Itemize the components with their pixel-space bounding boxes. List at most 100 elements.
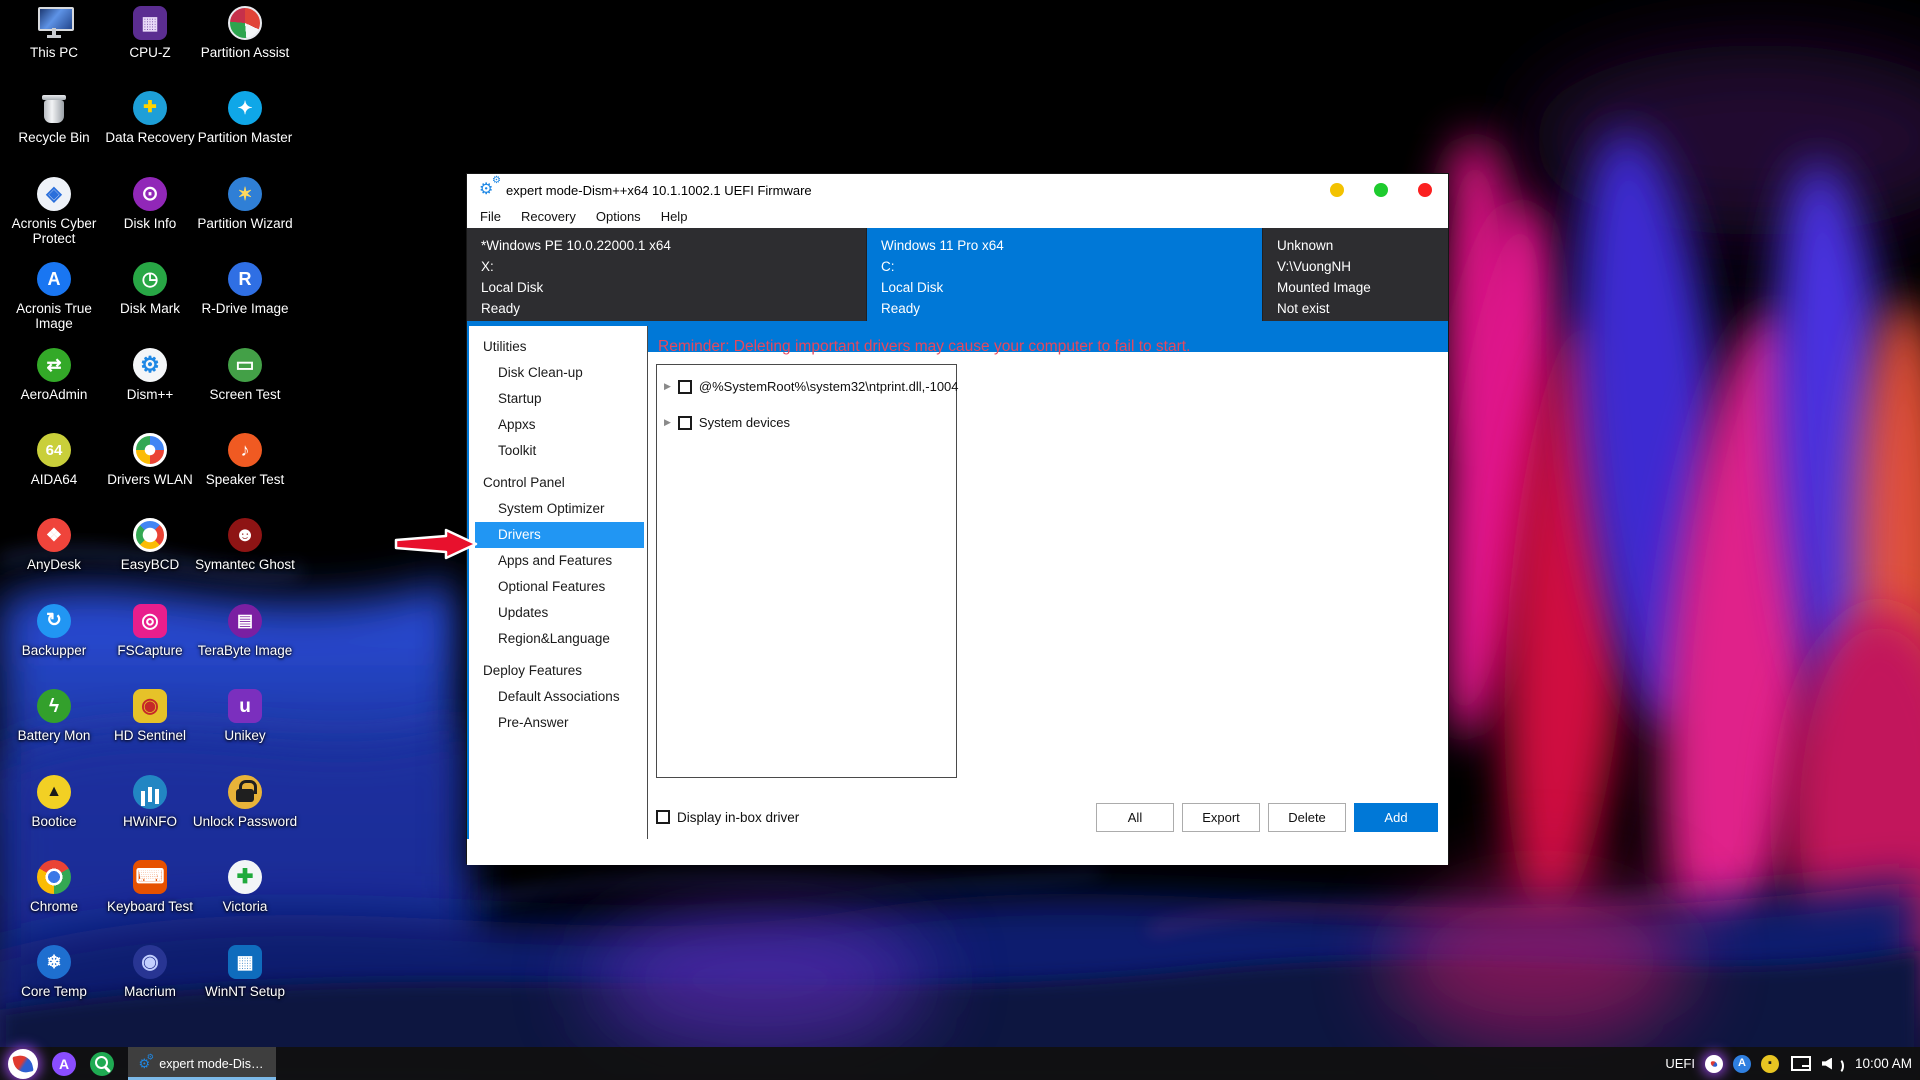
sidebar-item-toolkit[interactable]: Toolkit (467, 438, 647, 464)
desktop-icon-terabyte-image[interactable]: ▤ TeraByte Image (197, 602, 293, 658)
desktop-icon-label: Victoria (135, 899, 355, 914)
menu-bar: FileRecoveryOptionsHelp (467, 206, 1448, 228)
sidebar-item-apps-and-features[interactable]: Apps and Features (467, 548, 647, 574)
hwinfo-icon (133, 775, 167, 809)
maximize-button[interactable] (1374, 183, 1388, 197)
this-pc-icon (37, 6, 71, 40)
menu-file[interactable]: File (470, 206, 511, 228)
tray-network-icon[interactable] (1789, 1056, 1811, 1072)
tray-appstore-icon[interactable]: A (1733, 1055, 1751, 1073)
menu-options[interactable]: Options (586, 206, 651, 228)
desktop-icon-unlock-password[interactable]: Unlock Password (197, 773, 293, 829)
image-panel-3[interactable]: UnknownV:\VuongNHMounted ImageNot exist (1263, 228, 1448, 321)
annotation-arrow (394, 527, 480, 561)
desktop-icon-label: Partition Wizard (135, 216, 355, 231)
desktop-icon-partition-wizard[interactable]: ✶ Partition Wizard (197, 175, 293, 231)
victoria-icon: ✚ (228, 860, 262, 894)
launcher-feather-icon[interactable] (8, 1049, 38, 1079)
sidebar: UtilitiesDisk Clean-upStartupAppxsToolki… (467, 326, 648, 839)
desktop-icon-partition-master[interactable]: ✦ Partition Master (197, 89, 293, 145)
all-button[interactable]: All (1096, 803, 1174, 832)
desktop-icon-partition-assist[interactable]: Partition Assist (197, 4, 293, 60)
launcher-appstore-icon[interactable]: A (52, 1052, 76, 1076)
display-inbox-driver-checkbox-group[interactable]: Display in-box driver (656, 810, 799, 825)
sidebar-item-region-language[interactable]: Region&Language (467, 626, 647, 652)
gear-icon (139, 1057, 151, 1071)
sidebar-item-drivers[interactable]: Drivers (475, 522, 644, 548)
reminder-text: Reminder: Deleting important drivers may… (658, 338, 1190, 356)
sidebar-item-default-associations[interactable]: Default Associations (467, 684, 647, 710)
delete-button[interactable]: Delete (1268, 803, 1346, 832)
tray-volume-icon[interactable] (1821, 1056, 1843, 1072)
desktop-icon-winnt-setup[interactable]: ▦ WinNT Setup (197, 943, 293, 999)
close-button[interactable] (1418, 183, 1432, 197)
bootice-icon: ▲ (37, 775, 71, 809)
keyboard-test-icon: ⌨ (133, 860, 167, 894)
desktop-icon-speaker-test[interactable]: ♪ Speaker Test (197, 431, 293, 487)
sidebar-section-deploy-features: Deploy Features (467, 658, 647, 684)
partition-master-icon: ✦ (228, 91, 262, 125)
uefi-indicator: UEFI (1665, 1056, 1695, 1071)
tray-disk-icon[interactable]: ▪ (1761, 1055, 1779, 1073)
taskbar-task-button[interactable]: expert mode-Dism++... (128, 1047, 276, 1080)
image-panel-2[interactable]: Windows 11 Pro x64C:Local DiskReady (867, 228, 1263, 321)
desktop-icon-label: TeraByte Image (135, 643, 355, 658)
hd-sentinel-icon: ◉ (133, 689, 167, 723)
tree-checkbox[interactable] (678, 416, 692, 430)
menu-help[interactable]: Help (651, 206, 698, 228)
tree-item-systemroot-system32-ntprint-dl[interactable]: ▶@%SystemRoot%\system32\ntprint.dll,-100… (664, 379, 956, 394)
tray-feather-icon[interactable] (1705, 1055, 1723, 1073)
anydesk-icon: ❖ (37, 518, 71, 552)
window-titlebar[interactable]: expert mode-Dism++x64 10.1.1002.1 UEFI F… (467, 174, 1448, 206)
expand-arrow-icon[interactable]: ▶ (664, 381, 671, 392)
tree-checkbox[interactable] (678, 380, 692, 394)
recycle-bin-icon (37, 91, 71, 125)
desktop-icon-screen-test[interactable]: ▭ Screen Test (197, 346, 293, 402)
desktop-icon-label: R-Drive Image (135, 301, 355, 316)
desktop-icon-symantec-ghost[interactable]: ☻ Symantec Ghost (197, 516, 293, 572)
launcher-search-icon[interactable] (90, 1052, 114, 1076)
image-panel-1[interactable]: *Windows PE 10.0.22000.1 x64X:Local Disk… (467, 228, 867, 321)
taskbar: A expert mode-Dism++... UEFI A▪ 10:00 AM (0, 1047, 1920, 1080)
tree-item-system-devices[interactable]: ▶System devices (664, 415, 956, 430)
desktop-icon-acronis-true-image[interactable]: A Acronis True Image (6, 260, 102, 331)
desktop-icon-unikey[interactable]: u Unikey (197, 687, 293, 743)
desktop-icon-label: Speaker Test (135, 472, 355, 487)
image-panels: *Windows PE 10.0.22000.1 x64X:Local Disk… (467, 228, 1448, 321)
core-temp-icon: ❄ (37, 945, 71, 979)
display-inbox-driver-label: Display in-box driver (677, 810, 799, 825)
dismpp-window: expert mode-Dism++x64 10.1.1002.1 UEFI F… (466, 173, 1449, 864)
display-inbox-driver-checkbox[interactable] (656, 810, 670, 824)
desktop-icon-victoria[interactable]: ✚ Victoria (197, 858, 293, 914)
desktop-icon-grid: This PC ▦ CPU-Z Partition Assist Recycle… (6, 0, 306, 1047)
data-recovery-icon: ✚ (133, 91, 167, 125)
backupper-icon: ↻ (37, 604, 71, 638)
taskbar-launchers: A (0, 1049, 114, 1079)
desktop-icon-label: Partition Master (135, 130, 355, 145)
cpu-z-icon: ▦ (133, 6, 167, 40)
expand-arrow-icon[interactable]: ▶ (664, 417, 671, 428)
export-button[interactable]: Export (1182, 803, 1260, 832)
desktop-icon-label: Partition Assist (135, 45, 355, 60)
desktop-icon-acronis-cyber-protect[interactable]: ◈ Acronis Cyber Protect (6, 175, 102, 246)
sidebar-item-startup[interactable]: Startup (467, 386, 647, 412)
acronis-true-image-icon: A (37, 262, 71, 296)
sidebar-item-appxs[interactable]: Appxs (467, 412, 647, 438)
sidebar-item-system-optimizer[interactable]: System Optimizer (467, 496, 647, 522)
sidebar-item-disk-clean-up[interactable]: Disk Clean-up (467, 360, 647, 386)
sidebar-item-updates[interactable]: Updates (467, 600, 647, 626)
disk-info-icon: ⊙ (133, 177, 167, 211)
desktop-icon-r-drive-image[interactable]: R R-Drive Image (197, 260, 293, 316)
window-controls (1330, 183, 1432, 197)
minimize-button[interactable] (1330, 183, 1344, 197)
battery-mon-icon: ϟ (37, 689, 71, 723)
sidebar-item-pre-answer[interactable]: Pre-Answer (467, 710, 647, 736)
add-button[interactable]: Add (1354, 803, 1438, 832)
menu-recovery[interactable]: Recovery (511, 206, 586, 228)
taskbar-clock[interactable]: 10:00 AM (1855, 1056, 1912, 1071)
tray-icons: A▪ (1705, 1055, 1843, 1073)
system-tray: UEFI A▪ 10:00 AM (1665, 1047, 1912, 1080)
sidebar-item-optional-features[interactable]: Optional Features (467, 574, 647, 600)
speaker-test-icon: ♪ (228, 433, 262, 467)
driver-tree: ▶@%SystemRoot%\system32\ntprint.dll,-100… (656, 364, 957, 778)
